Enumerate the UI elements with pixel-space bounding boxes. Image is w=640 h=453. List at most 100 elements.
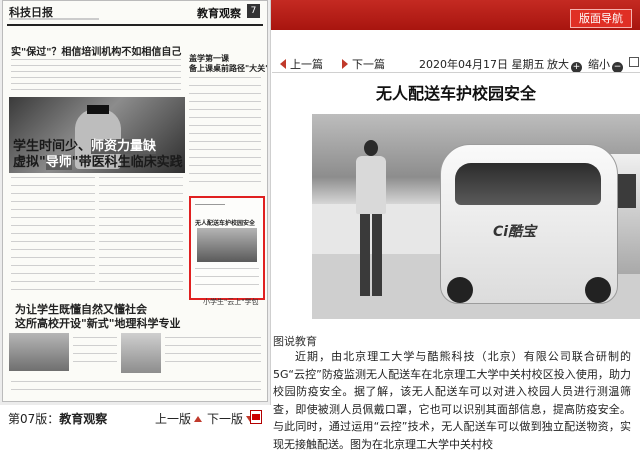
- text-line: [189, 77, 261, 78]
- text-line: [99, 193, 183, 194]
- person-body: [356, 156, 386, 214]
- text-line: [99, 265, 183, 266]
- newspaper-section-title: 教育观察: [197, 7, 241, 20]
- text-line: [11, 71, 181, 72]
- text-line: [165, 345, 261, 346]
- thumb-headline-top[interactable]: 实"保过"？相信培训机构不如相信自己: [11, 43, 181, 58]
- text-line: [11, 265, 95, 266]
- text-line: [99, 249, 183, 250]
- thumb-bottom-photo: [9, 333, 69, 371]
- text-line: [11, 177, 95, 178]
- text-line: [73, 337, 117, 338]
- text-line: [99, 217, 183, 218]
- text-line: [73, 345, 117, 346]
- photo-person: [354, 140, 388, 296]
- text-line: [11, 217, 95, 218]
- text-line: [189, 85, 261, 86]
- text-line: [11, 281, 95, 282]
- square-icon: [629, 57, 639, 67]
- text-line: [11, 273, 95, 274]
- text-line: [189, 101, 261, 102]
- vehicle-wheel: [447, 277, 473, 303]
- text-line: [189, 157, 261, 158]
- highlight-article-title: 无人配送车护校园安全: [195, 220, 256, 227]
- zoom-out-button[interactable]: 缩小 −: [588, 56, 623, 73]
- text-line: [195, 204, 225, 205]
- text-line: [11, 185, 95, 186]
- text-line: [165, 337, 261, 338]
- text-line: [99, 201, 183, 202]
- arrow-up-icon: [194, 416, 203, 422]
- vehicle-logo: Ci酷宝: [493, 224, 537, 240]
- newspaper-page-number: 7: [247, 4, 260, 18]
- arrow-right-icon: [342, 59, 348, 69]
- current-page-label: 第07版：教育观察: [8, 412, 108, 426]
- person-head: [364, 140, 378, 156]
- thumb-side-head-2[interactable]: 备上课桌前路径"大关": [189, 63, 267, 74]
- prev-page-button[interactable]: 上一版: [155, 410, 203, 427]
- text-line: [73, 353, 117, 354]
- text-line: [195, 284, 259, 285]
- text-line: [189, 181, 261, 182]
- text-line: [99, 185, 183, 186]
- masthead-subline: [9, 18, 99, 20]
- next-page-button[interactable]: 下一版: [207, 410, 255, 427]
- text-line: [189, 141, 261, 142]
- text-line: [11, 225, 95, 226]
- text-line: [189, 109, 261, 110]
- text-line: [73, 361, 117, 362]
- article-title: 无人配送车护校园安全: [375, 84, 536, 103]
- text-line: [11, 257, 95, 258]
- newspaper-page-thumbnail[interactable]: 科技日报 教育观察 7 实"保过"？相信培训机构不如相信自己 学生时间少、师资力…: [2, 0, 268, 402]
- text-line: [99, 177, 183, 178]
- text-line: [11, 83, 181, 84]
- article-toolbar: 上一篇 下一篇 2020年04月17日 星期五 放大 + 缩小 −: [272, 54, 640, 73]
- text-line: [11, 381, 261, 382]
- pdf-download-icon[interactable]: [250, 410, 262, 424]
- text-line: [189, 125, 261, 126]
- next-article-button[interactable]: 下一篇: [342, 56, 385, 72]
- page-thumbnail-pane: 科技日报 教育观察 7 实"保过"？相信培训机构不如相信自己 学生时间少、师资力…: [0, 0, 271, 405]
- article-caption: 图说教育: [273, 335, 317, 348]
- text-line: [99, 233, 183, 234]
- text-line: [189, 149, 261, 150]
- text-line: [99, 273, 183, 274]
- page-switcher: 第07版：教育观察 上一版 下一版: [0, 405, 270, 431]
- person-legs: [360, 214, 382, 296]
- text-line: [11, 241, 95, 242]
- selected-article-highlight[interactable]: 无人配送车护校园安全: [189, 196, 265, 300]
- text-line: [195, 276, 259, 277]
- thumb-headline-bottom-2[interactable]: 这所高校开设"新式"地理科学专业: [15, 315, 180, 331]
- text-line: [165, 361, 261, 362]
- highlight-article-photo: [197, 228, 257, 262]
- text-line: [11, 89, 181, 90]
- vehicle-wheel: [585, 277, 611, 303]
- prev-article-button[interactable]: 上一篇: [280, 56, 323, 72]
- text-line: [99, 241, 183, 242]
- reset-view-button[interactable]: [629, 56, 639, 69]
- text-line: [11, 389, 261, 390]
- text-line: [189, 173, 261, 174]
- text-line: [189, 165, 261, 166]
- article-photo[interactable]: Ci酷宝: [312, 114, 640, 319]
- text-line: [99, 209, 183, 210]
- text-line: [99, 257, 183, 258]
- text-line: [11, 201, 95, 202]
- text-line: [11, 65, 181, 66]
- text-line: [99, 281, 183, 282]
- text-line: [11, 233, 95, 234]
- text-line: [11, 59, 181, 60]
- text-line: [11, 209, 95, 210]
- text-line: [11, 289, 183, 290]
- text-line: [11, 77, 181, 78]
- layout-navigation-button[interactable]: 版面导航: [570, 9, 632, 28]
- thumb-headline-main-2[interactable]: 虚拟"导师"带医科生临床实践: [13, 151, 183, 170]
- thumb-footer-caption: 小学生"云上"学包: [203, 298, 259, 306]
- masthead-rule: [7, 24, 263, 26]
- article-body: 近期，由北京理工大学与酷熊科技（北京）有限公司联合研制的5G“云控”防疫监测无人…: [273, 350, 631, 451]
- text-line: [11, 249, 95, 250]
- text-line: [189, 133, 261, 134]
- text-line: [165, 353, 261, 354]
- text-line: [189, 93, 261, 94]
- zoom-in-button[interactable]: 放大 +: [547, 56, 582, 73]
